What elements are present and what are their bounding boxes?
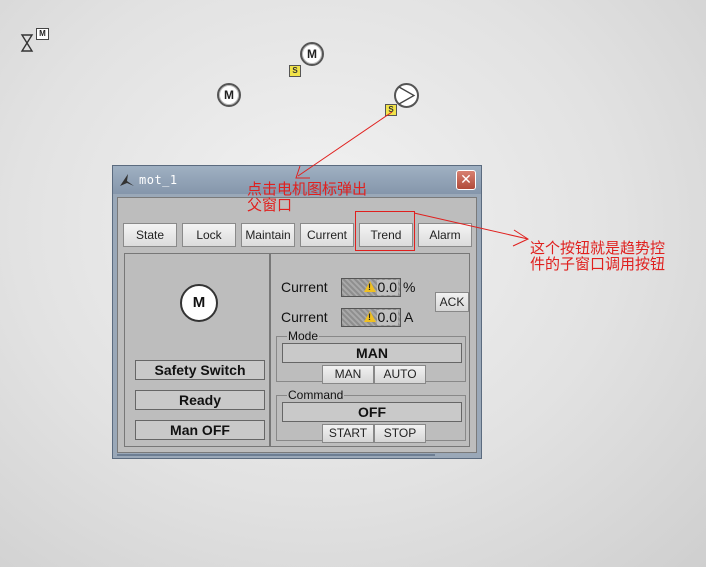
annotation-arrows — [295, 111, 530, 247]
arrow-icon — [295, 111, 530, 247]
